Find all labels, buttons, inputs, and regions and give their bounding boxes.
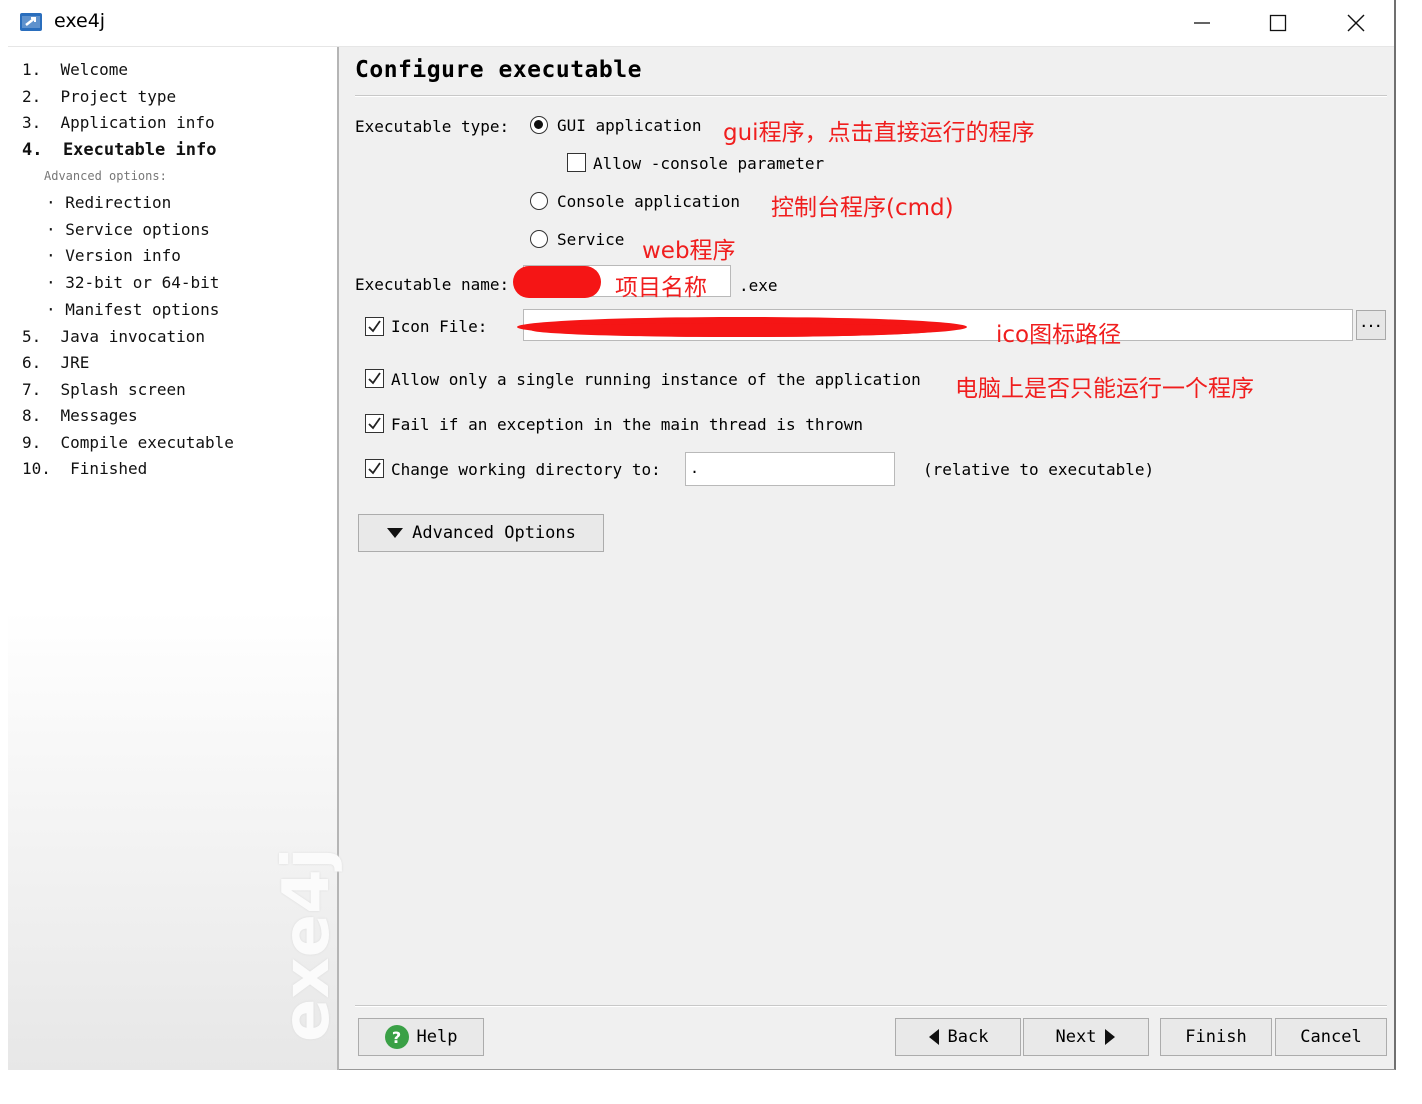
checkmark-icon: [368, 372, 381, 385]
step-splash-screen[interactable]: 7. Splash screen: [22, 380, 186, 400]
single-instance-checkbox[interactable]: [365, 369, 384, 388]
exe-suffix: .exe: [739, 276, 778, 295]
step-welcome[interactable]: 1. Welcome: [22, 60, 128, 80]
page-title: Configure executable: [355, 57, 642, 83]
service-label[interactable]: Service: [557, 230, 624, 249]
back-button-label: Back: [947, 1027, 989, 1047]
allow-console-label[interactable]: Allow -console parameter: [593, 154, 824, 173]
close-button[interactable]: [1316, 0, 1396, 46]
single-instance-annotation: 电脑上是否只能运行一个程序: [955, 376, 1254, 402]
watermark-text: exe4j: [270, 847, 344, 1042]
icon-file-annotation: ico图标路径: [996, 322, 1122, 348]
triangle-down-icon: [387, 528, 404, 538]
arrow-right-icon: [1105, 1029, 1116, 1045]
single-instance-label[interactable]: Allow only a single running instance of …: [391, 370, 921, 389]
step-messages[interactable]: 8. Messages: [22, 406, 138, 426]
next-button-label: Next: [1055, 1027, 1097, 1047]
back-button[interactable]: Back: [895, 1018, 1021, 1056]
working-directory-input[interactable]: .: [685, 452, 895, 486]
help-button[interactable]: ? Help: [358, 1018, 484, 1056]
app-icon: [20, 13, 42, 31]
close-icon: [1347, 14, 1365, 32]
maximize-button[interactable]: [1238, 0, 1318, 46]
change-dir-label[interactable]: Change working directory to:: [391, 460, 661, 479]
cancel-button-label: Cancel: [1300, 1027, 1362, 1047]
redaction-mark: [513, 266, 601, 298]
executable-name-annotation: 项目名称: [615, 275, 707, 301]
finish-button[interactable]: Finish: [1160, 1018, 1272, 1056]
service-annotation: web程序: [642, 238, 736, 264]
gui-annotation: gui程序，点击直接运行的程序: [723, 120, 1035, 146]
sub-step-service-options[interactable]: · Service options: [46, 220, 210, 240]
icon-file-label[interactable]: Icon File:: [391, 317, 487, 336]
footer-divider: [355, 1005, 1387, 1007]
browse-icon-file-button[interactable]: ...: [1356, 310, 1386, 340]
step-application-info[interactable]: 3. Application info: [22, 113, 215, 133]
change-dir-checkbox[interactable]: [365, 459, 384, 478]
advanced-options-button[interactable]: Advanced Options: [358, 514, 604, 552]
console-annotation: 控制台程序(cmd): [771, 195, 954, 221]
service-radio[interactable]: [530, 230, 548, 248]
help-button-label: Help: [416, 1027, 458, 1047]
title-divider: [355, 95, 1387, 97]
advanced-options-button-label: Advanced Options: [412, 523, 576, 543]
executable-type-label: Executable type:: [355, 117, 510, 136]
help-icon: ?: [384, 1025, 409, 1049]
gui-application-radio[interactable]: [530, 116, 548, 134]
checkmark-icon: [368, 462, 381, 475]
checkmark-icon: [368, 417, 381, 430]
step-finished[interactable]: 10. Finished: [22, 459, 147, 479]
step-compile-executable[interactable]: 9. Compile executable: [22, 433, 234, 453]
sub-step-32-or-64-bit[interactable]: · 32-bit or 64-bit: [46, 273, 219, 293]
step-project-type[interactable]: 2. Project type: [22, 87, 176, 107]
checkmark-icon: [368, 320, 381, 333]
gui-application-label[interactable]: GUI application: [557, 116, 702, 135]
executable-name-label: Executable name:: [355, 275, 510, 294]
title-bar: exe4j: [8, 0, 1394, 47]
fail-exception-checkbox[interactable]: [365, 414, 384, 433]
maximize-icon: [1269, 14, 1287, 32]
step-java-invocation[interactable]: 5. Java invocation: [22, 327, 205, 347]
redaction-mark: [531, 323, 941, 337]
arrow-left-icon: [928, 1029, 939, 1045]
icon-file-checkbox[interactable]: [365, 317, 384, 336]
advanced-options-label: Advanced options:: [44, 169, 167, 183]
next-button[interactable]: Next: [1023, 1018, 1149, 1056]
minimize-button[interactable]: [1162, 0, 1242, 46]
exe4j-window: exe4j 1. Welcome 2. Project type 3. Appl…: [8, 0, 1396, 1070]
console-application-label[interactable]: Console application: [557, 192, 740, 211]
window-title: exe4j: [54, 10, 106, 32]
allow-console-checkbox[interactable]: [567, 153, 586, 172]
step-executable-info[interactable]: 4. Executable info: [22, 140, 216, 160]
sub-step-manifest-options[interactable]: · Manifest options: [46, 300, 219, 320]
step-jre[interactable]: 6. JRE: [22, 353, 89, 373]
fail-exception-label[interactable]: Fail if an exception in the main thread …: [391, 415, 863, 434]
main-panel: Configure executable Executable type: GU…: [341, 47, 1394, 1070]
finish-button-label: Finish: [1185, 1027, 1247, 1047]
sub-step-redirection[interactable]: · Redirection: [46, 193, 171, 213]
sub-step-version-info[interactable]: · Version info: [46, 246, 181, 266]
minimize-icon: [1194, 22, 1210, 24]
relative-note: (relative to executable): [923, 460, 1155, 479]
console-application-radio[interactable]: [530, 192, 548, 210]
cancel-button[interactable]: Cancel: [1275, 1018, 1387, 1056]
